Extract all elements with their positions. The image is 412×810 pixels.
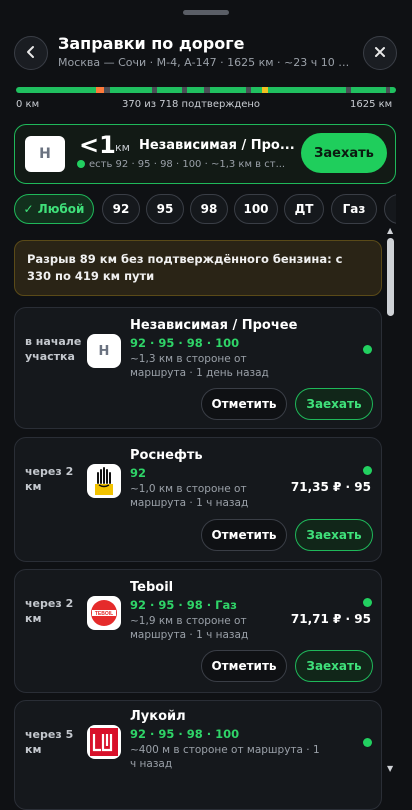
nearest-distance: <1: [79, 131, 116, 159]
station-fuels: 92 · 95 · 98 · 100: [130, 727, 240, 741]
sheet-drag-handle[interactable]: [183, 10, 229, 15]
chip-diesel[interactable]: ДТ: [284, 194, 324, 224]
station-price: 71,71 ₽ · 95: [290, 612, 371, 626]
lukoil-logo-icon: [87, 725, 121, 759]
station-name: Роснефть: [130, 448, 203, 463]
chip-95[interactable]: 95: [146, 194, 184, 224]
chip-100[interactable]: 100: [234, 194, 278, 224]
status-dot-icon: [363, 738, 372, 747]
nearest-station-card[interactable]: Н <1 км Независимая / Про... есть 92 · 9…: [14, 124, 396, 184]
station-name: Лукойл: [130, 709, 186, 724]
route-coverage-bar: [16, 87, 396, 93]
rosneft-logo-icon: [87, 464, 121, 498]
mark-button[interactable]: Отметить: [201, 519, 287, 551]
scroll-up-icon[interactable]: ▲: [387, 226, 393, 235]
station-name: Независимая / Прочее: [130, 318, 298, 333]
station-logo: Н: [25, 136, 65, 172]
back-button[interactable]: [14, 36, 48, 70]
station-logo: Н: [87, 334, 121, 368]
station-price: 71,35 ₽ · 95: [290, 480, 371, 494]
bar-confirmed-label: 370 из 718 подтверждено: [122, 99, 261, 110]
station-fuels: 92: [130, 466, 147, 480]
station-info: ~1,9 км в стороне от маршрута · 1 ч наза…: [130, 615, 249, 641]
nearest-station-details: есть 92 · 95 · 98 · 100 · ~1,3 км в ст..…: [77, 159, 303, 170]
station-card[interactable]: в начале участка Н Независимая / Прочее …: [14, 307, 382, 429]
go-button[interactable]: Заехать: [295, 650, 373, 682]
page-title: Заправки по дороге: [58, 34, 245, 53]
bar-end-label: 1625 км: [350, 99, 393, 110]
status-dot-icon: [363, 466, 372, 475]
bar-start-label: 0 км: [16, 99, 40, 110]
close-button[interactable]: [363, 36, 397, 70]
mark-button[interactable]: Отметить: [201, 388, 287, 420]
svg-text:TEBOIL: TEBOIL: [95, 611, 113, 617]
teboil-logo-icon: TEBOIL: [87, 596, 121, 630]
scroll-down-icon[interactable]: ▼: [387, 764, 393, 773]
route-summary: Москва — Сочи · М-4, А-147 · 1625 км · ~…: [58, 56, 354, 69]
mark-button[interactable]: Отметить: [201, 650, 287, 682]
scrollbar-thumb[interactable]: [387, 238, 394, 316]
station-name: Teboil: [130, 580, 174, 595]
station-card[interactable]: через 5 км Лукойл 92 · 95 · 98 · 100 ~40…: [14, 700, 382, 810]
chip-any[interactable]: ✓ Любой: [14, 194, 94, 224]
nearest-distance-unit: км: [115, 141, 130, 154]
station-fuels: 92 · 95 · 98 · Газ: [130, 598, 237, 612]
nearest-details-text: есть 92 · 95 · 98 · 100 · ~1,3 км в ст..…: [89, 159, 286, 170]
go-button[interactable]: Заехать: [295, 519, 373, 551]
station-fuels: 92 · 95 · 98 · 100: [130, 336, 240, 350]
chip-more[interactable]: [384, 194, 396, 224]
nearest-station-name: Независимая / Про...: [139, 138, 295, 153]
chip-92[interactable]: 92: [102, 194, 140, 224]
station-when: в начале участка: [25, 335, 82, 363]
go-button[interactable]: Заехать: [295, 388, 373, 420]
status-dot-icon: [363, 345, 372, 354]
station-card[interactable]: через 2 км Роснефть 92 ~1,0 км в стороне…: [14, 437, 382, 562]
status-dot-icon: [77, 160, 85, 168]
close-icon: [373, 43, 387, 64]
chip-98[interactable]: 98: [190, 194, 228, 224]
nearest-go-button[interactable]: Заехать: [301, 133, 387, 173]
chevron-left-icon: [24, 43, 38, 64]
station-when: через 5 км: [25, 728, 74, 756]
station-info: ~1,3 км в стороне от маршрута · 1 день н…: [130, 353, 269, 379]
station-when: через 2 км: [25, 465, 74, 493]
fuel-gap-warning: Разрыв 89 км без подтверждённого бензина…: [14, 240, 382, 296]
station-info: ~400 м в стороне от маршрута · 1 ч назад: [130, 744, 320, 770]
station-info: ~1,0 км в стороне от маршрута · 1 ч наза…: [130, 483, 249, 509]
status-dot-icon: [363, 598, 372, 607]
chip-gas[interactable]: Газ: [331, 194, 377, 224]
fuel-filter-chips: ✓ Любой 92 95 98 100 ДТ Газ: [14, 194, 396, 226]
station-card[interactable]: через 2 км TEBOIL Teboil 92 · 95 · 98 · …: [14, 569, 382, 693]
station-when: через 2 км: [25, 597, 74, 625]
